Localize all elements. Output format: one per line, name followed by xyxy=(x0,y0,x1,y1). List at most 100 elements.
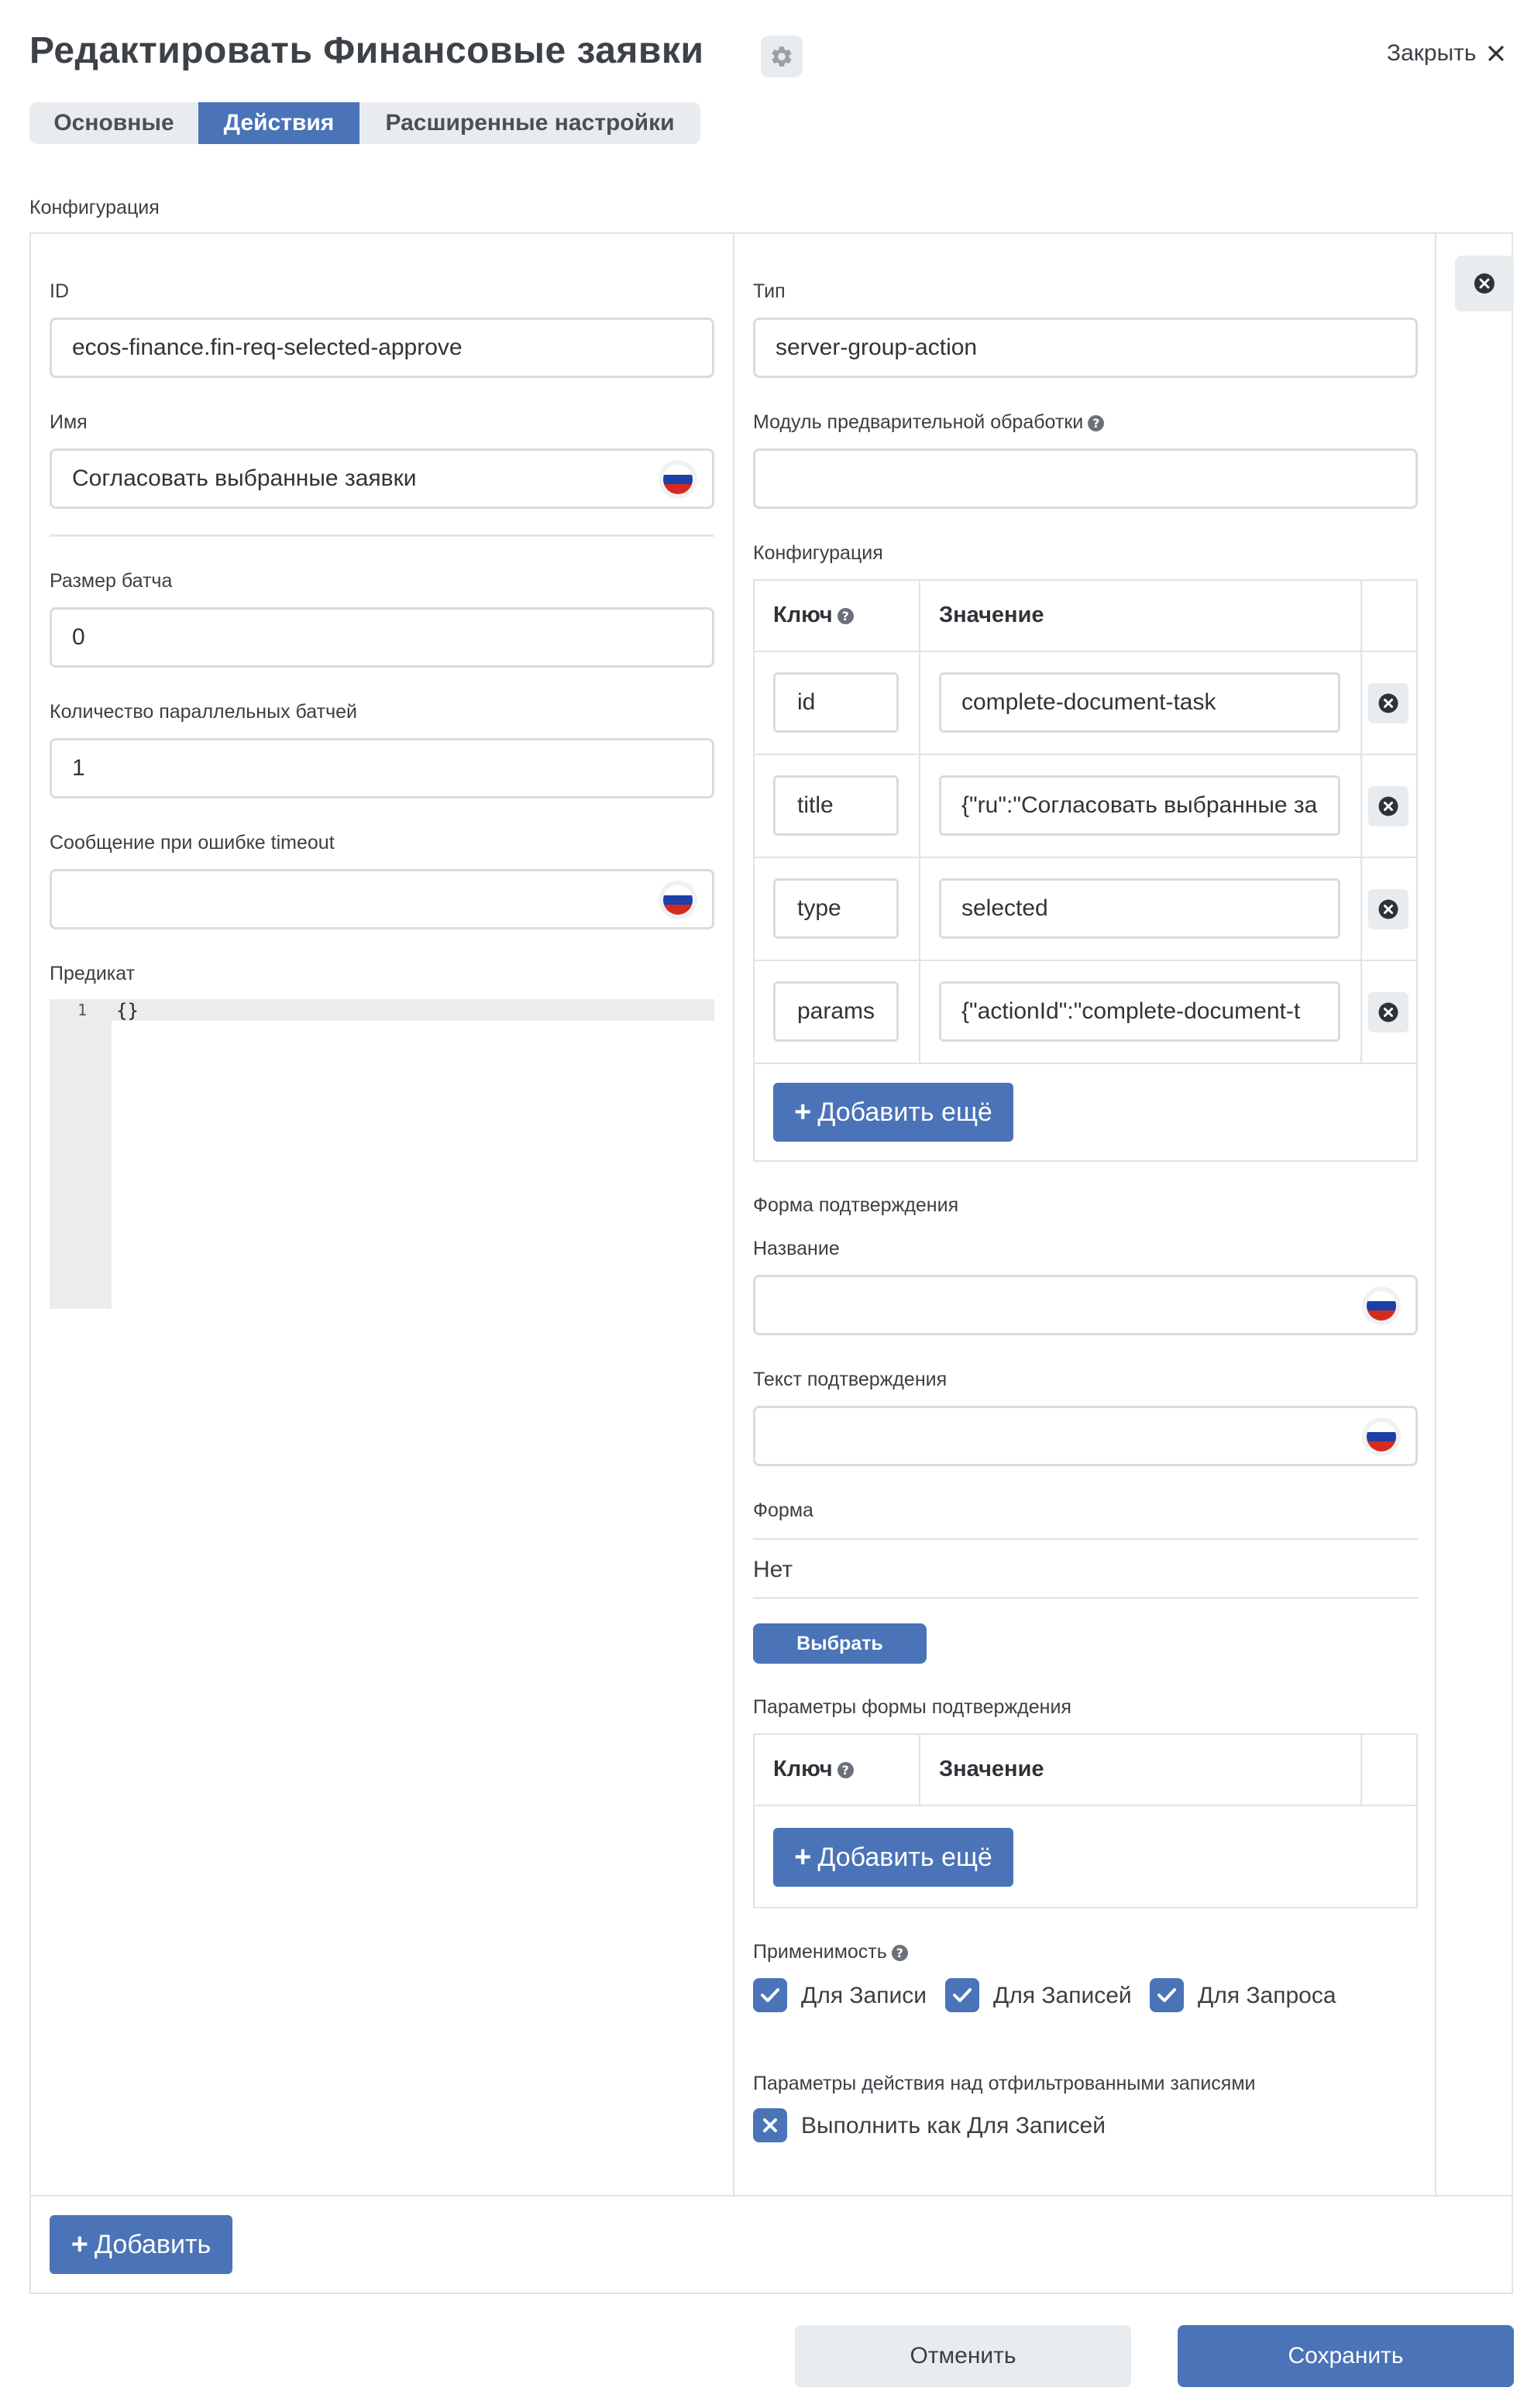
check-icon xyxy=(1157,1988,1176,2002)
config-key-input[interactable]: params xyxy=(773,981,899,1042)
name-label: Имя xyxy=(50,411,88,433)
delete-row-button[interactable] xyxy=(1368,889,1408,929)
preprocess-module-label: Модуль предварительной обработки? xyxy=(753,411,1105,434)
add-config-row-button[interactable]: + Добавить ещё xyxy=(773,1083,1013,1142)
column-divider xyxy=(733,234,734,2197)
confirm-text-input[interactable] xyxy=(753,1406,1418,1466)
preprocess-module-label-text: Модуль предварительной обработки xyxy=(753,411,1084,433)
help-icon[interactable]: ? xyxy=(837,1761,854,1778)
config-table xyxy=(753,579,1418,1162)
timeout-message-input[interactable] xyxy=(50,869,714,929)
applicability-label-text: Применимость xyxy=(753,1941,887,1963)
add-action-button[interactable]: + Добавить xyxy=(50,2215,232,2274)
page-title: Редактировать Финансовые заявки xyxy=(29,30,704,71)
config-value-input[interactable]: {"ru":"Согласовать выбранные за xyxy=(939,775,1340,836)
close-circle-icon xyxy=(1378,693,1398,713)
code-gutter xyxy=(50,999,112,1309)
checkbox-for-query[interactable] xyxy=(1150,1978,1184,2012)
plus-icon: + xyxy=(794,1840,812,1874)
config-value-input[interactable]: complete-document-task xyxy=(939,672,1340,733)
confirm-params-label: Параметры формы подтверждения xyxy=(753,1696,1071,1718)
predicate-code-editor[interactable]: {} xyxy=(116,1000,139,1022)
form-value-top-line xyxy=(753,1538,1418,1540)
config-key-header: Ключ? xyxy=(773,603,854,628)
delete-row-button[interactable] xyxy=(1368,992,1408,1032)
help-icon[interactable]: ? xyxy=(1088,414,1105,431)
left-divider xyxy=(50,534,714,537)
plus-icon: + xyxy=(794,1095,812,1128)
config-key-input[interactable]: title xyxy=(773,775,899,836)
checkbox-for-records[interactable] xyxy=(945,1978,979,2012)
close-button[interactable]: Закрыть xyxy=(1387,40,1505,67)
plus-icon: + xyxy=(71,2228,88,2261)
config-label: Конфигурация xyxy=(753,542,883,564)
config-key-header-text: Ключ xyxy=(773,603,833,627)
panel-bottom-divider xyxy=(31,2195,1512,2197)
help-icon[interactable]: ? xyxy=(891,1944,908,1961)
params-key-header: Ключ? xyxy=(773,1757,854,1782)
checkbox-for-record[interactable] xyxy=(753,1978,787,2012)
save-button[interactable]: Сохранить xyxy=(1178,2325,1514,2387)
add-params-row-label: Добавить ещё xyxy=(817,1842,992,1872)
close-circle-icon xyxy=(1378,796,1398,816)
applicability-label: Применимость? xyxy=(753,1941,908,1963)
parallel-batches-input[interactable]: 1 xyxy=(50,738,714,799)
add-params-row-button[interactable]: + Добавить ещё xyxy=(773,1828,1013,1887)
predicate-label: Предикат xyxy=(50,963,136,984)
section-label: Конфигурация xyxy=(29,197,160,218)
config-table-row-divider xyxy=(755,1063,1416,1064)
russian-flag-icon[interactable] xyxy=(1367,1291,1396,1321)
params-value-header: Значение xyxy=(939,1757,1044,1781)
config-key-input[interactable]: type xyxy=(773,878,899,939)
confirm-title-input[interactable] xyxy=(753,1275,1418,1335)
timeout-message-label: Сообщение при ошибке timeout xyxy=(50,832,335,854)
code-active-line xyxy=(50,999,714,1021)
column-divider-right xyxy=(1435,234,1436,2197)
gear-icon xyxy=(772,46,792,67)
config-value-input[interactable]: {"actionId":"complete-document-t xyxy=(939,981,1340,1042)
confirm-form-label: Форма подтверждения xyxy=(753,1194,959,1216)
params-table-row-divider xyxy=(755,1805,1416,1806)
settings-button[interactable] xyxy=(761,36,803,77)
preprocess-module-input[interactable] xyxy=(753,448,1418,509)
type-input[interactable]: server-group-action xyxy=(753,318,1418,378)
close-circle-icon xyxy=(1474,273,1494,294)
batch-size-input[interactable]: 0 xyxy=(50,607,714,668)
checkbox-label: Для Записи xyxy=(801,1983,927,2008)
close-icon xyxy=(1488,46,1504,61)
russian-flag-icon[interactable] xyxy=(663,465,693,494)
config-table-col-divider xyxy=(919,581,920,1063)
add-action-label: Добавить xyxy=(94,2229,212,2259)
config-value-input[interactable]: selected xyxy=(939,878,1340,939)
config-table-row-divider xyxy=(755,651,1416,652)
cross-icon xyxy=(763,2118,777,2132)
id-input[interactable]: ecos-finance.fin-req-selected-approve xyxy=(50,318,714,378)
tab-actions[interactable]: Действия xyxy=(198,102,359,144)
russian-flag-icon[interactable] xyxy=(663,885,693,915)
config-table-row-divider xyxy=(755,960,1416,961)
select-form-button[interactable]: Выбрать xyxy=(753,1623,927,1664)
tab-basic[interactable]: Основные xyxy=(29,102,198,144)
close-circle-icon xyxy=(1378,1002,1398,1022)
delete-row-button[interactable] xyxy=(1368,683,1408,723)
add-config-row-label: Добавить ещё xyxy=(817,1097,992,1127)
remove-action-button[interactable] xyxy=(1455,256,1514,311)
name-input[interactable]: Согласовать выбранные заявки xyxy=(50,448,714,509)
config-table-col-divider xyxy=(1360,581,1362,1063)
check-icon xyxy=(761,1988,779,2002)
params-table-col-divider xyxy=(1360,1735,1362,1806)
delete-row-button[interactable] xyxy=(1368,786,1408,826)
execute-as-records-checkbox[interactable] xyxy=(753,2108,787,2142)
help-icon[interactable]: ? xyxy=(837,607,854,624)
parallel-batches-label: Количество параллельных батчей xyxy=(50,701,357,723)
checkbox-label: Для Запроса xyxy=(1198,1983,1336,2008)
confirm-text-label: Текст подтверждения xyxy=(753,1369,948,1390)
config-key-input[interactable]: id xyxy=(773,672,899,733)
config-table-row-divider xyxy=(755,857,1416,858)
cancel-button[interactable]: Отменить xyxy=(795,2325,1131,2387)
tab-advanced-settings[interactable]: Расширенные настройки xyxy=(359,102,700,144)
form-value-bottom-line xyxy=(753,1597,1418,1599)
filtered-params-label: Параметры действия над отфильтрованными … xyxy=(753,2073,1256,2094)
checkbox-label: Для Записей xyxy=(993,1983,1132,2008)
russian-flag-icon[interactable] xyxy=(1367,1422,1396,1451)
